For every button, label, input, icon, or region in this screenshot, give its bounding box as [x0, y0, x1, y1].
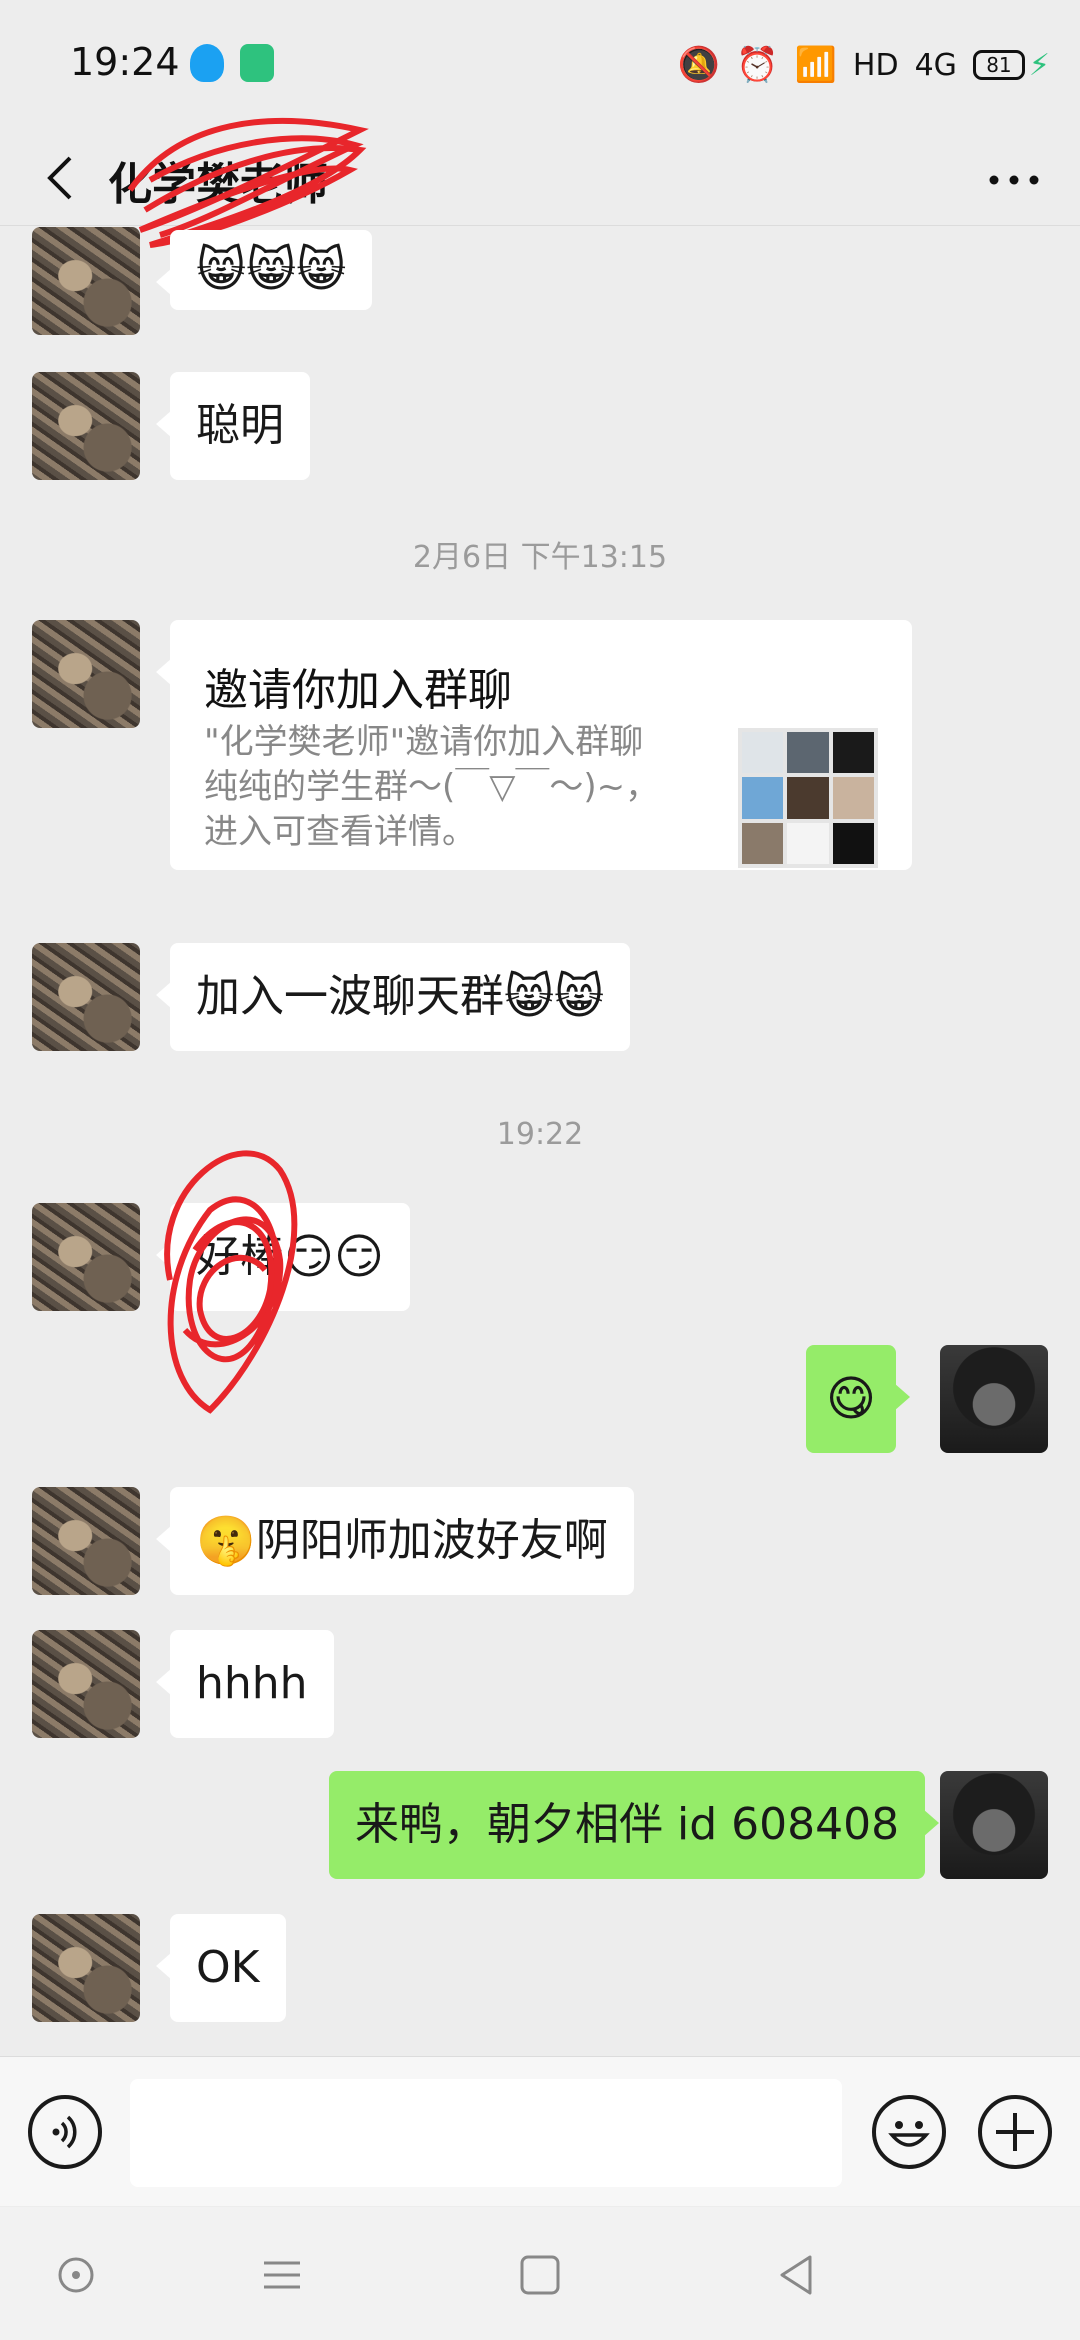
my-avatar[interactable] — [940, 1771, 1048, 1879]
contact-avatar[interactable] — [32, 620, 140, 728]
message-input[interactable] — [130, 2079, 842, 2187]
smirk-emoji: 😏😏 — [284, 1229, 385, 1285]
message-text: 好棒 — [196, 1231, 284, 1282]
cat-emoji: 😸😸😸 — [196, 242, 347, 298]
shush-emoji: 🤫 — [196, 1513, 256, 1569]
message-bubble[interactable]: OK — [156, 1914, 286, 2022]
contact-avatar[interactable] — [32, 1487, 140, 1595]
back-icon[interactable] — [36, 152, 88, 204]
message-text: hhhh — [196, 1658, 308, 1709]
navigation-bar — [0, 2207, 1080, 2340]
mute-icon: 🔕 — [677, 45, 721, 85]
chat-title: 化学樊老师 — [108, 159, 328, 210]
message-text: OK — [196, 1942, 260, 1993]
message-bubble[interactable]: hhhh — [156, 1630, 334, 1738]
status-time: 19:24 — [70, 40, 180, 84]
assistant-icon[interactable] — [48, 2247, 104, 2303]
contact-avatar[interactable] — [32, 1914, 140, 2022]
cat-emoji: 😸😸 — [504, 969, 605, 1025]
timestamp: 2月6日 下午13:15 — [412, 540, 668, 575]
battery-icon: 81 ⚡ — [972, 47, 1050, 83]
message-bubble[interactable]: 加入一波聊天群😸😸 — [155, 943, 631, 1051]
shield-icon — [240, 44, 274, 82]
group-avatar-grid — [738, 728, 878, 868]
network-label: HD — [852, 47, 899, 83]
chat-area[interactable]: 😸😸😸 聪明 2月6日 下午13:15 邀请你加入群聊 "化学樊老师"邀请你加入… — [0, 227, 1080, 2055]
more-icon[interactable] — [984, 160, 1044, 200]
back-nav-icon[interactable] — [768, 2247, 824, 2303]
status-icons: 🔕 ⏰ 📶 HD 4G 81 ⚡ — [678, 40, 1050, 90]
menu-icon[interactable] — [254, 2247, 310, 2303]
message-text: 来鸭，朝夕相伴 id 608408 — [355, 1799, 900, 1850]
tongue-emoji: 😋 — [826, 1371, 877, 1427]
input-bar — [0, 2056, 1080, 2206]
my-avatar[interactable] — [940, 1345, 1048, 1453]
message-bubble-self[interactable]: 来鸭，朝夕相伴 id 608408 — [329, 1771, 940, 1879]
status-bar: 19:24 🔕 ⏰ 📶 HD 4G 81 ⚡ — [0, 0, 1080, 130]
group-invite-card[interactable]: 邀请你加入群聊 "化学樊老师"邀请你加入群聊纯纯的学生群～(￣▽￣～)~，进入可… — [156, 620, 912, 870]
message-bubble[interactable]: 聪明 — [156, 372, 310, 480]
plus-icon[interactable] — [978, 2095, 1052, 2169]
emoji-icon[interactable] — [872, 2095, 946, 2169]
alarm-icon: ⏰ — [736, 45, 779, 85]
message-text: 加入一波聊天群 — [196, 971, 504, 1022]
timestamp: 19:22 — [496, 1117, 584, 1152]
home-icon[interactable] — [512, 2247, 568, 2303]
message-bubble-self[interactable]: 😋 — [806, 1345, 911, 1453]
contact-avatar[interactable] — [32, 227, 140, 335]
invite-description: "化学樊老师"邀请你加入群聊纯纯的学生群～(￣▽￣～)~，进入可查看详情。 — [204, 722, 660, 852]
battery-level: 81 — [972, 50, 1025, 80]
chat-header: 化学樊老师 — [0, 130, 1080, 226]
contact-avatar[interactable] — [32, 943, 140, 1051]
message-bubble[interactable]: 😸😸😸 — [155, 230, 373, 310]
contact-avatar[interactable] — [32, 372, 140, 480]
invite-title: 邀请你加入群聊 — [204, 665, 512, 716]
message-bubble[interactable]: 🤫阴阳师加波好友啊 — [156, 1487, 634, 1595]
message-bubble[interactable]: 好棒😏😏 — [155, 1203, 411, 1311]
signal-label: 4G — [914, 47, 957, 83]
contact-avatar[interactable] — [32, 1630, 140, 1738]
charging-icon: ⚡ — [1028, 47, 1050, 83]
contact-avatar[interactable] — [32, 1203, 140, 1311]
message-text: 阴阳师加波好友啊 — [255, 1515, 608, 1566]
wifi-icon: 📶 — [794, 45, 837, 85]
voice-input-icon[interactable] — [28, 2095, 102, 2169]
message-text: 聪明 — [196, 400, 284, 451]
qq-icon — [190, 44, 224, 82]
